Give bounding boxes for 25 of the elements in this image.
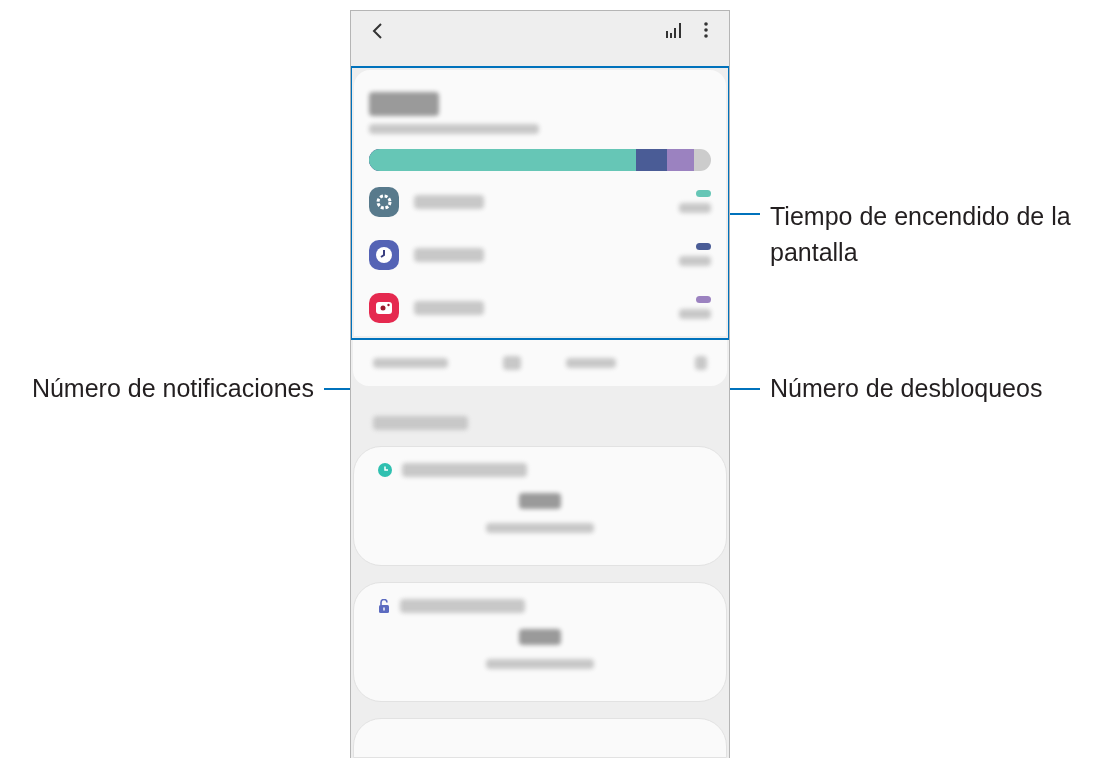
leader-line [324,387,350,390]
blurred-text [566,357,616,368]
callout-label: Número de notificaciones [31,373,314,404]
blurred-text [679,309,711,320]
blurred-text [414,194,484,209]
blurred-text [414,247,484,262]
callout-label: Tiempo de encendido de la pantalla [770,201,1072,268]
unlocked-padlock-icon [378,599,390,613]
callout-label: Número de desbloqueos [770,373,1043,404]
clock-icon [369,239,399,270]
camera-icon [369,292,399,323]
back-icon[interactable] [371,21,383,41]
blurred-text [369,92,439,117]
gear-icon [369,186,399,217]
bar-chart-icon[interactable] [665,21,683,39]
leader-line [730,387,760,390]
blurred-text [695,355,707,370]
blurred-text [519,493,561,509]
blurred-text [503,355,521,370]
blurred-text [519,629,561,645]
blurred-text [679,256,711,267]
blurred-text [679,203,711,214]
blurred-text [414,300,484,315]
more-options-icon[interactable] [703,21,709,39]
clock-icon [378,463,392,477]
